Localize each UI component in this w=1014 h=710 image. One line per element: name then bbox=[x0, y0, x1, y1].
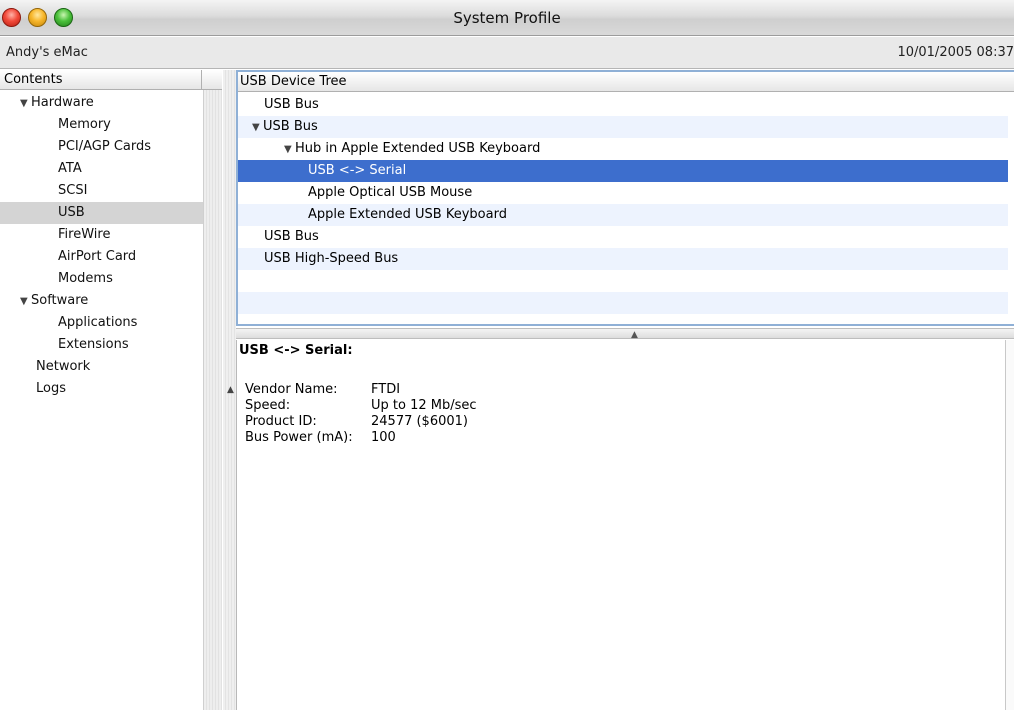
disclosure-triangle-down-icon[interactable]: ▼ bbox=[252, 117, 263, 139]
tree-row-label: Hub in Apple Extended USB Keyboard bbox=[295, 141, 541, 156]
sidebar-item-label: FireWire bbox=[58, 227, 111, 242]
sidebar-item-software[interactable]: ▼ Software bbox=[0, 290, 203, 312]
tree-row-label: Apple Optical USB Mouse bbox=[308, 185, 473, 200]
tree-row-keyboard-hub[interactable]: ▼ Hub in Apple Extended USB Keyboard bbox=[238, 138, 1008, 160]
computer-name: Andy's eMac bbox=[6, 45, 88, 60]
sidebar-item-label: Extensions bbox=[58, 337, 129, 352]
detail-row-product-id: Product ID: 24577 ($6001) bbox=[245, 414, 477, 430]
disclosure-triangle-down-icon[interactable]: ▼ bbox=[284, 139, 295, 161]
sidebar-item-label: Applications bbox=[58, 315, 138, 330]
sidebar-item-firewire[interactable]: FireWire bbox=[0, 224, 203, 246]
tree-row-label: Apple Extended USB Keyboard bbox=[308, 207, 507, 222]
detail-fields: Vendor Name: FTDI Speed: Up to 12 Mb/sec… bbox=[245, 382, 477, 446]
title-bar: System Profile bbox=[0, 0, 1014, 36]
detail-key: Bus Power (mA): bbox=[245, 430, 353, 445]
tree-row-label: USB High-Speed Bus bbox=[264, 251, 399, 266]
sidebar-item-label: Modems bbox=[58, 271, 113, 286]
sidebar-item-pci-agp-cards[interactable]: PCI/AGP Cards bbox=[0, 136, 203, 158]
sidebar-item-airport-card[interactable]: AirPort Card bbox=[0, 246, 203, 268]
usb-device-tree: USB Device Tree USB Bus ▼ USB Bus ▼ Hub in… bbox=[236, 70, 1014, 326]
contents-sidebar: Contents ▼ Hardware Memory PCI/AGP Cards … bbox=[0, 70, 222, 710]
collapse-arrow-icon[interactable]: ▲ bbox=[227, 385, 234, 395]
sidebar-scrollbar[interactable] bbox=[203, 90, 222, 710]
sidebar-item-label: Hardware bbox=[31, 95, 94, 110]
detail-row-bus-power: Bus Power (mA): 100 bbox=[245, 430, 477, 446]
sidebar-item-modems[interactable]: Modems bbox=[0, 268, 203, 290]
sidebar-item-label: Network bbox=[36, 359, 91, 374]
report-datetime: 10/01/2005 08:37 bbox=[897, 45, 1014, 60]
contents-header-label: Contents bbox=[4, 72, 63, 87]
sidebar-item-label: USB bbox=[58, 205, 85, 220]
tree-row-usb-high-speed-bus[interactable]: USB High-Speed Bus bbox=[238, 248, 1008, 270]
disclosure-triangle-down-icon[interactable]: ▼ bbox=[20, 93, 31, 115]
detail-row-vendor-name: Vendor Name: FTDI bbox=[245, 382, 477, 398]
sidebar-item-applications[interactable]: Applications bbox=[0, 312, 203, 334]
detail-key: Vendor Name: bbox=[245, 382, 338, 397]
sidebar-item-extensions[interactable]: Extensions bbox=[0, 334, 203, 356]
tree-row-label: USB Bus bbox=[264, 97, 319, 112]
pane-gutter[interactable]: ▲ bbox=[223, 70, 236, 710]
device-detail-pane: USB <-> Serial: Vendor Name: FTDI Speed:… bbox=[236, 340, 1014, 710]
sidebar-item-label: Memory bbox=[58, 117, 111, 132]
tree-row-usb-bus-1[interactable]: USB Bus bbox=[238, 94, 1008, 116]
sidebar-item-label: Software bbox=[31, 293, 89, 308]
tree-row-label: USB Bus bbox=[263, 119, 318, 134]
detail-title: USB <-> Serial: bbox=[239, 343, 353, 358]
detail-key: Product ID: bbox=[245, 414, 317, 429]
pane-splitter[interactable]: ▲ bbox=[236, 328, 1014, 340]
tree-row-optical-mouse[interactable]: Apple Optical USB Mouse bbox=[238, 182, 1008, 204]
device-tree-rows: USB Bus ▼ USB Bus ▼ Hub in Apple Extended … bbox=[238, 94, 1008, 314]
sidebar-item-label: SCSI bbox=[58, 183, 88, 198]
info-bar: Andy's eMac 10/01/2005 08:37 bbox=[0, 37, 1014, 69]
tree-row-extended-keyboard[interactable]: Apple Extended USB Keyboard bbox=[238, 204, 1008, 226]
detail-scrollbar[interactable] bbox=[1005, 340, 1014, 710]
sidebar-item-label: ATA bbox=[58, 161, 82, 176]
column-divider bbox=[201, 70, 202, 90]
contents-column-header[interactable]: Contents bbox=[0, 70, 222, 90]
contents-list: ▼ Hardware Memory PCI/AGP Cards ATA SCSI … bbox=[0, 92, 203, 400]
sidebar-item-scsi[interactable]: SCSI bbox=[0, 180, 203, 202]
tree-row-empty bbox=[238, 270, 1008, 292]
tree-row-label: USB <-> Serial bbox=[308, 163, 407, 178]
sidebar-item-memory[interactable]: Memory bbox=[0, 114, 203, 136]
disclosure-triangle-down-icon[interactable]: ▼ bbox=[20, 291, 31, 313]
splitter-grip-icon[interactable]: ▲ bbox=[631, 330, 638, 340]
sidebar-item-label: PCI/AGP Cards bbox=[58, 139, 152, 154]
sidebar-item-label: Logs bbox=[36, 381, 66, 396]
device-tree-column-header[interactable]: USB Device Tree bbox=[238, 72, 1014, 92]
detail-value: FTDI bbox=[371, 382, 401, 397]
sidebar-item-network[interactable]: Network bbox=[0, 356, 203, 378]
sidebar-item-hardware[interactable]: ▼ Hardware bbox=[0, 92, 203, 114]
tree-row-empty bbox=[238, 292, 1008, 314]
detail-key: Speed: bbox=[245, 398, 291, 413]
sidebar-item-usb[interactable]: USB bbox=[0, 202, 203, 224]
tree-row-label: USB Bus bbox=[264, 229, 319, 244]
detail-value: Up to 12 Mb/sec bbox=[371, 398, 477, 413]
tree-row-usb-bus-2[interactable]: ▼ USB Bus bbox=[238, 116, 1008, 138]
window-title: System Profile bbox=[453, 9, 561, 27]
detail-value: 100 bbox=[371, 430, 396, 445]
device-tree-header-label: USB Device Tree bbox=[240, 74, 347, 89]
sidebar-item-logs[interactable]: Logs bbox=[0, 378, 203, 400]
sidebar-item-label: AirPort Card bbox=[58, 249, 137, 264]
detail-row-speed: Speed: Up to 12 Mb/sec bbox=[245, 398, 477, 414]
tree-row-usb-serial[interactable]: USB <-> Serial bbox=[238, 160, 1008, 182]
detail-value: 24577 ($6001) bbox=[371, 414, 468, 429]
sidebar-item-ata[interactable]: ATA bbox=[0, 158, 203, 180]
tree-row-usb-bus-3[interactable]: USB Bus bbox=[238, 226, 1008, 248]
